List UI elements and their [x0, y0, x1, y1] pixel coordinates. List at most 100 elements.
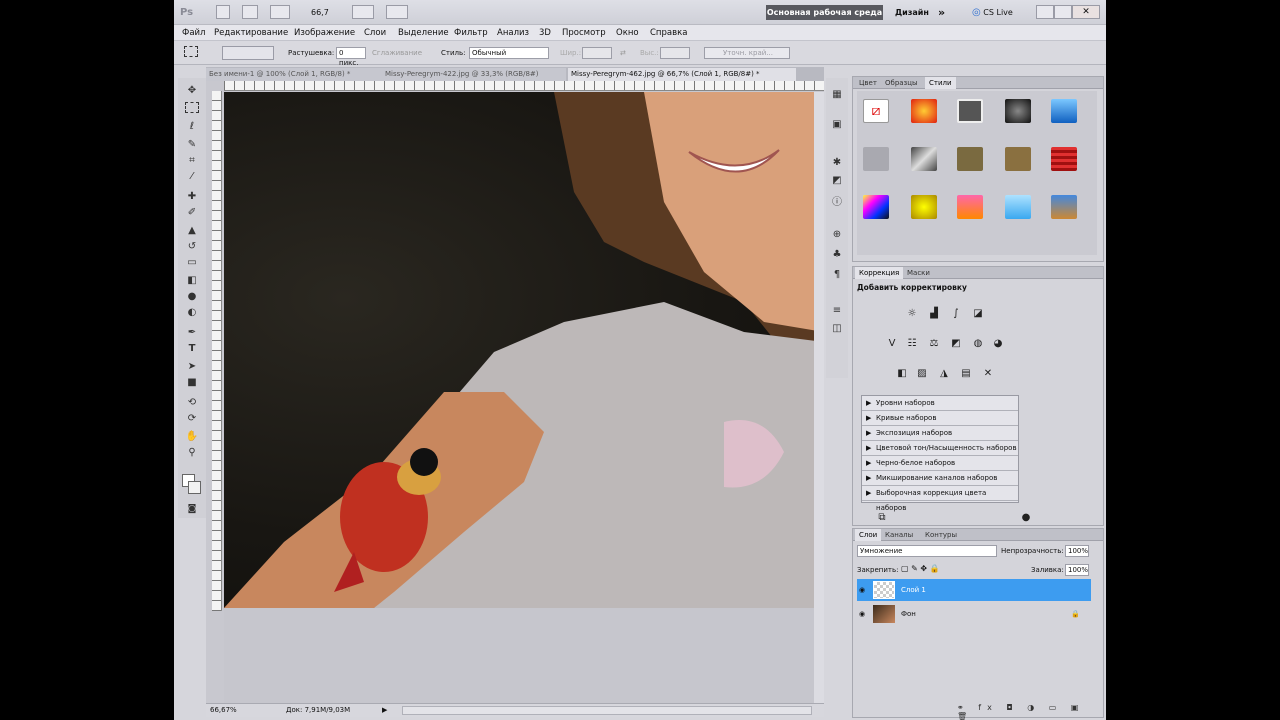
layer-row-layer1[interactable]: ◉ Слой 1 — [857, 579, 1091, 601]
selection-mode-group[interactable] — [222, 46, 274, 60]
style-bronze[interactable] — [1005, 147, 1031, 171]
menu-filter[interactable]: Фильтр — [454, 27, 488, 39]
dodge-tool-icon[interactable]: ◐ — [184, 306, 200, 320]
style-blue-glass[interactable] — [1051, 99, 1077, 123]
posterize-icon[interactable]: ▨ — [915, 367, 929, 381]
more-workspaces[interactable]: » — [938, 6, 945, 19]
eyedropper-tool-icon[interactable]: ⁄ — [184, 170, 200, 184]
brightness-icon[interactable]: ☼ — [905, 307, 919, 321]
invert-icon[interactable]: ◧ — [895, 367, 909, 381]
status-arrow-icon[interactable]: ▶ — [382, 704, 387, 717]
type-tool-icon[interactable]: T — [184, 342, 200, 356]
path-select-tool-icon[interactable]: ➤ — [184, 360, 200, 374]
horizontal-scrollbar[interactable] — [402, 706, 812, 715]
lasso-tool-icon[interactable]: ℓ — [184, 120, 200, 134]
info-panel-icon[interactable]: ⓘ — [830, 196, 844, 210]
panel-options-icon[interactable]: ● — [1019, 511, 1033, 525]
workspace-button[interactable]: Основная рабочая среда — [766, 5, 883, 20]
selective-color-icon[interactable]: ✕ — [981, 367, 995, 381]
3d-rotate-tool-icon[interactable]: ⟲ — [184, 396, 200, 410]
hue-sat-icon[interactable]: ☷ — [905, 337, 919, 351]
threshold-icon[interactable]: ◮ — [937, 367, 951, 381]
preset-curves[interactable]: ▶ Кривые наборов — [862, 411, 1018, 426]
history-brush-tool-icon[interactable]: ↺ — [184, 240, 200, 254]
style-none[interactable]: ⧄ — [863, 99, 889, 123]
style-black-glass[interactable] — [1005, 99, 1031, 123]
arrange-docs-button[interactable] — [352, 5, 374, 19]
curves-icon[interactable]: ∫ — [949, 307, 963, 321]
cslive-button[interactable]: ◎ CS Live — [972, 6, 1013, 19]
pen-tool-icon[interactable]: ✒ — [184, 326, 200, 340]
move-tool-icon[interactable]: ✥ — [184, 84, 200, 98]
style-fire[interactable] — [911, 99, 937, 123]
tab-channels[interactable]: Каналы — [881, 529, 917, 541]
actions-panel-icon[interactable]: ▣ — [830, 118, 844, 132]
style-sky[interactable] — [1005, 195, 1031, 219]
style-select[interactable]: Обычный — [469, 47, 549, 59]
background-color-swatch[interactable] — [188, 481, 201, 494]
status-doc-size[interactable]: Док: 7,91M/9,03M — [286, 704, 350, 717]
bridge-button[interactable] — [216, 5, 230, 19]
3d-panel-icon[interactable]: ⊕ — [830, 228, 844, 242]
channel-mixer-icon[interactable]: ◕ — [991, 337, 1005, 351]
doc-tab-peregrym-422[interactable]: Missy-Peregrym-422.jpg @ 33,3% (RGB/8#) — [382, 68, 566, 81]
gradient-map-icon[interactable]: ▤ — [959, 367, 973, 381]
levels-icon[interactable]: ▟ — [927, 307, 941, 321]
preset-selective-color[interactable]: ▶ Выборочная коррекция цвета наборов — [862, 486, 1018, 512]
hand-tool-icon[interactable]: ✋ — [184, 430, 200, 444]
style-chrome[interactable] — [911, 147, 937, 171]
healing-tool-icon[interactable]: ✚ — [184, 190, 200, 204]
eraser-tool-icon[interactable]: ▭ — [184, 256, 200, 270]
crop-tool-icon[interactable]: ⌗ — [184, 154, 200, 168]
menu-window[interactable]: Окно — [616, 27, 639, 39]
width-input[interactable] — [582, 47, 612, 59]
blend-mode-select[interactable]: Умножение — [857, 545, 997, 557]
layers-footer-icons[interactable]: ⚭ fx ◘ ◑ ▭ ▣ 🗑 — [957, 703, 1103, 720]
menu-3d[interactable]: 3D — [539, 27, 551, 39]
doc-tab-untitled[interactable]: Без имени-1 @ 100% (Слой 1, RGB/8) * — [206, 68, 382, 81]
style-rainbow[interactable] — [863, 195, 889, 219]
minimize-button[interactable] — [1036, 5, 1054, 19]
tab-color[interactable]: Цвет — [855, 77, 881, 89]
brush-panel-icon[interactable]: ✱ — [830, 156, 844, 170]
preset-levels[interactable]: ▶ Уровни наборов — [862, 396, 1018, 411]
maximize-button[interactable] — [1054, 5, 1072, 19]
tab-adjustments[interactable]: Коррекция — [855, 267, 904, 279]
style-olive[interactable] — [957, 147, 983, 171]
gradient-tool-icon[interactable]: ◧ — [184, 274, 200, 288]
shape-tool-icon[interactable]: ■ — [184, 376, 200, 390]
style-yellow[interactable] — [911, 195, 937, 219]
layer-row-background[interactable]: ◉ Фон 🔒 — [857, 603, 1091, 625]
refine-edge-button[interactable]: Уточн. край... — [704, 47, 790, 59]
clip-icon[interactable]: ⧉ — [875, 511, 889, 525]
tab-layers[interactable]: Слои — [855, 529, 882, 541]
quick-mask-icon[interactable]: ◙ — [184, 502, 200, 516]
preset-channel-mixer[interactable]: ▶ Микширование каналов наборов — [862, 471, 1018, 486]
eye-icon[interactable]: ◉ — [859, 603, 865, 625]
menu-edit[interactable]: Редактирование — [214, 27, 288, 39]
feather-input[interactable]: 0 пикс. — [336, 47, 366, 67]
blur-tool-icon[interactable]: ● — [184, 290, 200, 304]
vertical-scrollbar[interactable] — [814, 92, 824, 703]
clone-source-icon[interactable]: ♣ — [830, 248, 844, 262]
status-zoom[interactable]: 66,67% — [210, 704, 237, 717]
close-button[interactable]: ✕ — [1072, 5, 1100, 19]
menu-image[interactable]: Изображение — [294, 27, 355, 39]
zoom-tool-icon[interactable]: ⚲ — [184, 446, 200, 460]
style-orange-sunset[interactable] — [957, 195, 983, 219]
opacity-input[interactable]: 100% — [1065, 545, 1089, 557]
marquee-tool-preset[interactable] — [184, 46, 198, 57]
view-extras-button[interactable] — [270, 5, 290, 19]
menu-select[interactable]: Выделение — [398, 27, 449, 39]
tab-styles[interactable]: Стили — [925, 77, 956, 89]
quick-select-tool-icon[interactable]: ✎ — [184, 138, 200, 152]
menu-file[interactable]: Файл — [182, 27, 205, 39]
color-balance-icon[interactable]: ⚖ — [927, 337, 941, 351]
tab-paths[interactable]: Контуры — [921, 529, 961, 541]
navigator-panel-icon[interactable]: ◩ — [830, 174, 844, 188]
screen-mode-button[interactable] — [386, 5, 408, 19]
design-workspace[interactable]: Дизайн — [895, 6, 929, 19]
lock-icons[interactable]: ▢ ✎ ✥ 🔒 — [901, 564, 940, 574]
preset-hue-saturation[interactable]: ▶ Цветовой тон/Насыщенность наборов — [862, 441, 1018, 456]
style-silver[interactable] — [863, 147, 889, 171]
